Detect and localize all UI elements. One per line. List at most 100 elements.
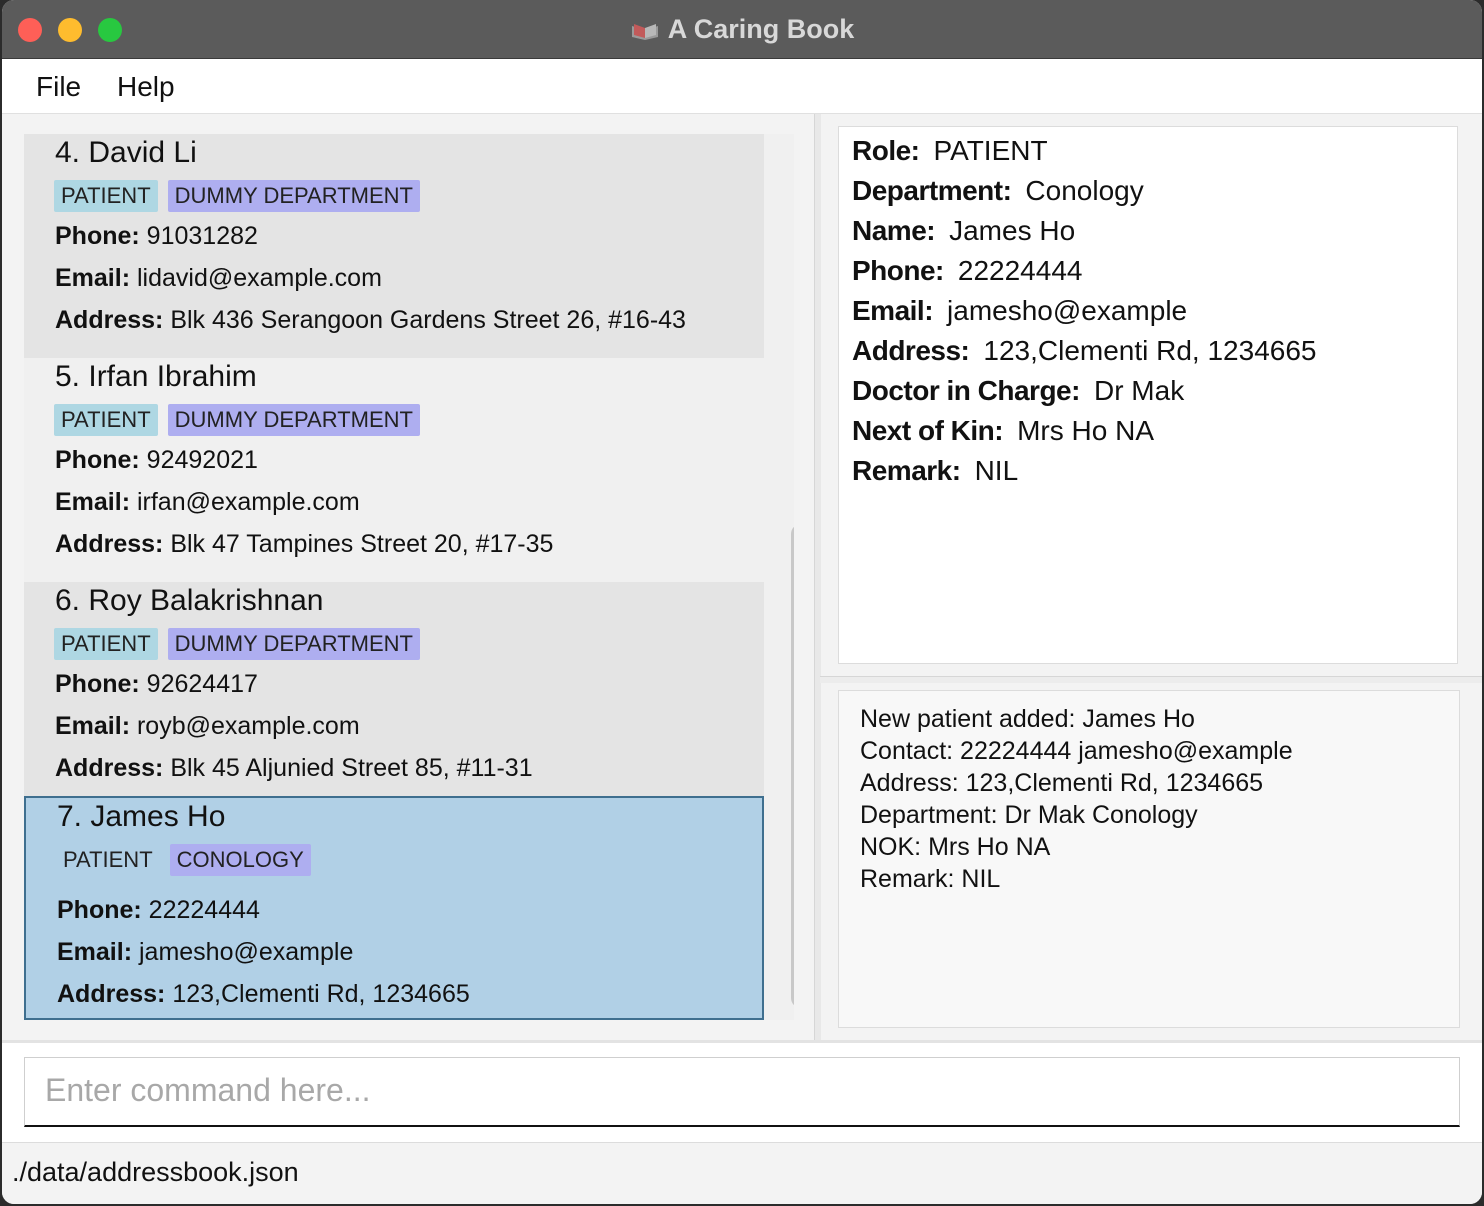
tag-list: PATIENT DUMMY DEPARTMENT — [54, 180, 430, 212]
person-card[interactable]: 4. David Li PATIENT DUMMY DEPARTMENT Phon… — [24, 134, 764, 358]
result-line: Address: 123,Clementi Rd, 1234665 — [860, 769, 1264, 797]
phone-label: Phone: — [57, 896, 142, 924]
person-phone: Phone: 92492021 — [55, 446, 258, 475]
person-phone: Phone: 91031282 — [55, 222, 258, 251]
list-scrollbar[interactable] — [791, 524, 794, 1008]
phone-label: Phone: — [55, 670, 140, 698]
department-tag: DUMMY DEPARTMENT — [167, 404, 420, 436]
address-value: Blk 436 Serangoon Gardens Street 26, #16… — [170, 306, 686, 334]
detail-department-label: Department: — [852, 175, 1012, 206]
menu-help[interactable]: Help — [117, 71, 175, 103]
department-tag: DUMMY DEPARTMENT — [167, 628, 420, 660]
role-tag: PATIENT — [54, 628, 158, 660]
person-name: 7. James Ho — [57, 800, 226, 833]
phone-value: 92492021 — [146, 446, 258, 474]
detail-address: Address: 123,Clementi Rd, 1234665 — [852, 335, 1317, 367]
window-title: A Caring Book — [2, 14, 1482, 45]
email-label: Email: — [55, 488, 131, 516]
result-line: Contact: 22224444 jamesho@example — [860, 737, 1293, 765]
detail-doctor-label: Doctor in Charge: — [852, 375, 1080, 406]
person-address: Address: Blk 47 Tampines Street 20, #17-… — [55, 530, 553, 559]
detail-address-label: Address: — [852, 335, 970, 366]
menu-bar: File Help — [2, 59, 1482, 114]
detail-email-value: jamesho@example — [947, 295, 1188, 326]
person-name: 5. Irfan Ibrahim — [55, 360, 257, 393]
person-name: 6. Roy Balakrishnan — [55, 584, 324, 617]
main-content: 4. David Li PATIENT DUMMY DEPARTMENT Phon… — [2, 114, 1482, 1040]
result-display: New patient added: James Ho Contact: 222… — [838, 690, 1460, 1028]
status-bar: ./data/addressbook.json — [2, 1142, 1482, 1204]
department-tag: DUMMY DEPARTMENT — [167, 180, 420, 212]
split-divider-horizontal[interactable] — [820, 676, 1482, 683]
detail-phone-value: 22224444 — [957, 255, 1083, 286]
phone-label: Phone: — [55, 446, 140, 474]
person-list[interactable]: 4. David Li PATIENT DUMMY DEPARTMENT Phon… — [24, 134, 794, 1020]
person-card[interactable]: 5. Irfan Ibrahim PATIENT DUMMY DEPARTMENT… — [24, 358, 764, 582]
address-value: 123,Clementi Rd, 1234665 — [172, 980, 470, 1008]
phone-label: Phone: — [55, 222, 140, 250]
detail-nok-label: Next of Kin: — [852, 415, 1004, 446]
person-email: Email: irfan@example.com — [55, 488, 360, 517]
person-address: Address: Blk 436 Serangoon Gardens Stree… — [55, 306, 686, 335]
app-window: A Caring Book File Help 4. David Li PATI… — [2, 0, 1482, 1204]
detail-role-label: Role: — [852, 135, 920, 166]
address-label: Address: — [57, 980, 166, 1008]
detail-department-value: Conology — [1025, 175, 1144, 206]
role-tag: PATIENT — [54, 404, 158, 436]
detail-address-value: 123,Clementi Rd, 1234665 — [983, 335, 1317, 366]
person-email: Email: jamesho@example — [57, 938, 353, 967]
email-value: lidavid@example.com — [136, 264, 382, 292]
detail-role: Role: PATIENT — [852, 135, 1048, 167]
split-divider-vertical[interactable] — [814, 114, 821, 1040]
detail-name-label: Name: — [852, 215, 936, 246]
phone-value: 91031282 — [146, 222, 258, 250]
email-value: jamesho@example — [138, 938, 354, 966]
role-tag: PATIENT — [54, 180, 158, 212]
command-area — [2, 1040, 1482, 1143]
detail-next-of-kin: Next of Kin: Mrs Ho NA — [852, 415, 1154, 447]
command-box[interactable] — [24, 1057, 1460, 1127]
email-label: Email: — [55, 264, 131, 292]
email-value: royb@example.com — [136, 712, 360, 740]
department-tag: CONOLOGY — [169, 844, 311, 876]
detail-email: Email: jamesho@example — [852, 295, 1187, 327]
command-input[interactable] — [25, 1058, 1425, 1122]
phone-value: 22224444 — [148, 896, 260, 924]
result-line: New patient added: James Ho — [860, 705, 1195, 733]
detail-name-value: James Ho — [949, 215, 1076, 246]
window-title-text: A Caring Book — [667, 14, 855, 44]
address-label: Address: — [55, 306, 164, 334]
detail-remark-label: Remark: — [852, 455, 961, 486]
detail-remark: Remark: NIL — [852, 455, 1018, 487]
detail-phone: Phone: 22224444 — [852, 255, 1082, 287]
detail-phone-label: Phone: — [852, 255, 944, 286]
result-line: Remark: NIL — [860, 865, 1001, 893]
detail-nok-value: Mrs Ho NA — [1017, 415, 1155, 446]
detail-doctor-value: Dr Mak — [1093, 375, 1185, 406]
detail-remark-value: NIL — [974, 455, 1019, 486]
person-email: Email: lidavid@example.com — [55, 264, 382, 293]
address-value: Blk 47 Tampines Street 20, #17-35 — [170, 530, 554, 558]
address-value: Blk 45 Aljunied Street 85, #11-31 — [170, 754, 533, 782]
detail-doctor: Doctor in Charge: Dr Mak — [852, 375, 1184, 407]
email-label: Email: — [55, 712, 131, 740]
detail-email-label: Email: — [852, 295, 934, 326]
tag-list: PATIENT DUMMY DEPARTMENT — [54, 404, 430, 436]
menu-file[interactable]: File — [36, 71, 81, 103]
role-tag: PATIENT — [63, 847, 153, 872]
person-name: 4. David Li — [55, 136, 197, 169]
tag-list: PATIENT DUMMY DEPARTMENT — [54, 628, 430, 660]
save-file-path: ./data/addressbook.json — [12, 1157, 299, 1187]
email-label: Email: — [57, 938, 133, 966]
person-address: Address: Blk 45 Aljunied Street 85, #11-… — [55, 754, 533, 783]
person-phone: Phone: 92624417 — [55, 670, 258, 699]
person-card[interactable]: 6. Roy Balakrishnan PATIENT DUMMY DEPARTM… — [24, 582, 764, 806]
result-line: NOK: Mrs Ho NA — [860, 833, 1051, 861]
title-bar[interactable]: A Caring Book — [2, 0, 1482, 59]
person-address: Address: 123,Clementi Rd, 1234665 — [57, 980, 470, 1009]
detail-role-value: PATIENT — [933, 135, 1048, 166]
person-card-selected[interactable]: 7. James Ho PATIENT CONOLOGY Phone: 22224… — [24, 796, 764, 1020]
person-detail-panel: Role: PATIENT Department: Conology Name: Ja… — [838, 126, 1458, 664]
book-icon — [631, 24, 658, 40]
result-line: Department: Dr Mak Conology — [860, 801, 1198, 829]
